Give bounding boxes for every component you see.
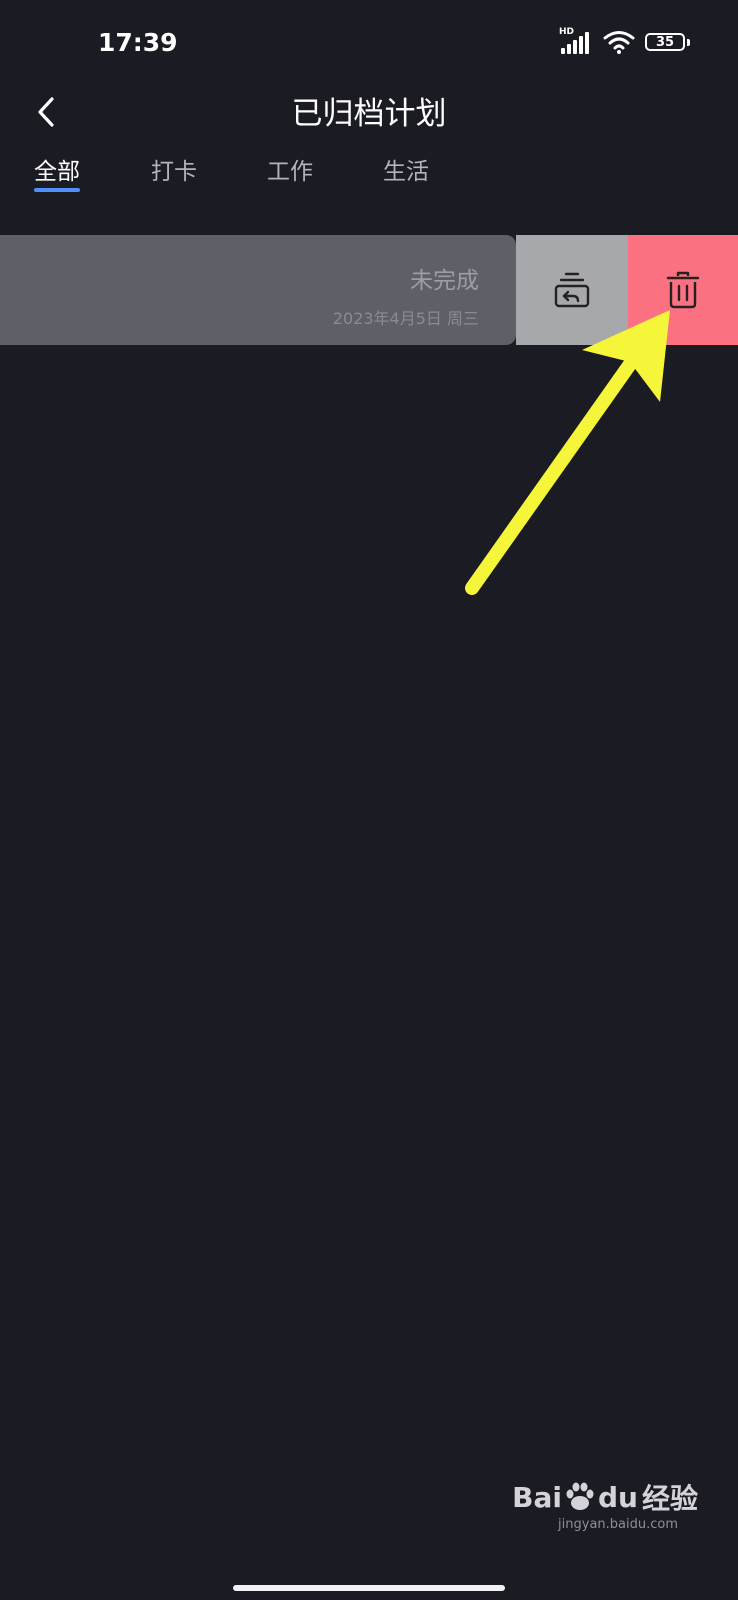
plan-status: 未完成	[410, 268, 479, 294]
tab-checkin[interactable]: 打卡	[151, 152, 197, 186]
trash-icon	[666, 271, 700, 309]
tab-life[interactable]: 生活	[383, 152, 429, 186]
watermark-url: jingyan.baidu.com	[558, 1517, 678, 1532]
wifi-icon	[603, 31, 635, 54]
tab-all[interactable]: 全部	[34, 152, 80, 186]
tab-work[interactable]: 工作	[267, 152, 313, 186]
plan-date: 2023年4月5日 周三	[332, 309, 479, 328]
delete-button[interactable]	[628, 235, 738, 345]
status-bar: 17:39 HD 35	[0, 0, 738, 90]
archived-plan-card[interactable]: 未完成 2023年4月5日 周三	[0, 235, 516, 345]
tab-bar: 全部 打卡 工作 生活	[0, 148, 738, 198]
unarchive-button[interactable]	[516, 235, 628, 345]
battery-icon: 35	[645, 33, 690, 51]
active-tab-indicator	[34, 188, 80, 192]
archived-plan-row: 未完成 2023年4月5日 周三	[0, 235, 738, 345]
watermark-brand-c: 经验	[641, 1482, 698, 1515]
status-icons: HD 35	[559, 27, 690, 54]
network-type-label: HD	[559, 27, 575, 37]
watermark-brand-b: du	[598, 1480, 638, 1514]
page-title: 已归档计划	[291, 96, 447, 132]
header: 已归档计划	[0, 80, 738, 144]
paw-icon	[566, 1482, 594, 1510]
unarchive-icon	[554, 272, 590, 308]
home-indicator[interactable]	[233, 1585, 505, 1591]
battery-level: 35	[645, 33, 685, 51]
watermark-brand-a: Bai	[512, 1480, 562, 1514]
signal-icon: HD	[559, 27, 593, 54]
status-time: 17:39	[98, 28, 178, 57]
baidu-jingyan-watermark: Bai du 经验	[512, 1477, 698, 1517]
